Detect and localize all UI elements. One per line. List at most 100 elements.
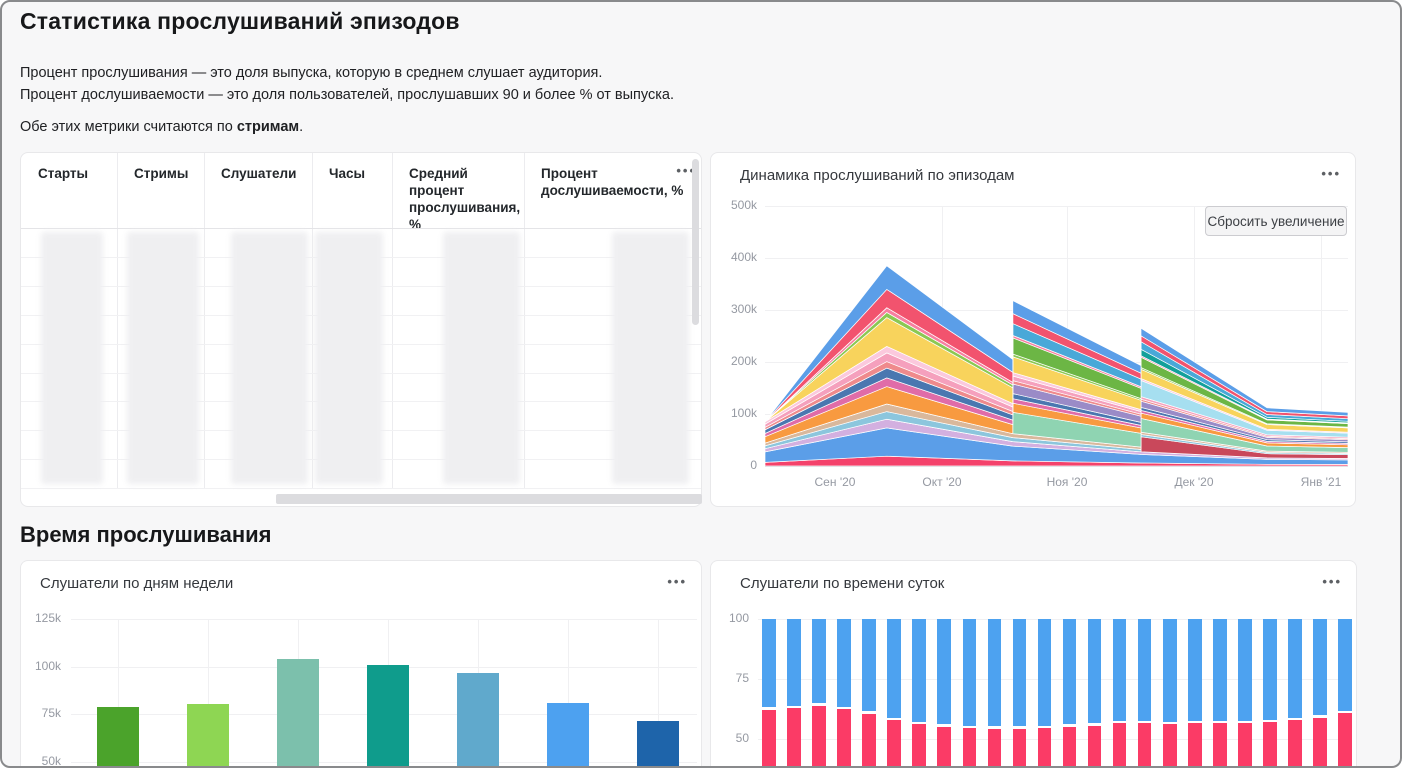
daypart-bar-bottom-pink[interactable] xyxy=(1213,723,1227,768)
horizontal-scrollbar-thumb[interactable] xyxy=(276,494,702,504)
episodes-table-card: СтартыСтримыСлушателиЧасыСредний процент… xyxy=(20,152,702,507)
redacted-cell-data xyxy=(443,232,520,484)
daypart-bar-bottom-pink[interactable] xyxy=(1038,728,1052,768)
daypart-listeners-card: Слушатели по времени суток ••• 100 75 50 xyxy=(710,560,1357,768)
redacted-cell-data xyxy=(41,232,103,484)
y-axis-tick: 100k xyxy=(21,659,61,673)
redacted-cell-data xyxy=(231,232,308,484)
daypart-bar-bottom-pink[interactable] xyxy=(762,710,776,768)
x-axis-tick: Сен '20 xyxy=(800,475,870,489)
daypart-bar-bottom-pink[interactable] xyxy=(1113,723,1127,768)
weekday-bar[interactable] xyxy=(97,707,139,768)
daypart-bar-bottom-pink[interactable] xyxy=(988,729,1002,768)
section-title: Время прослушивания xyxy=(20,522,272,548)
daypart-bar-top-blue[interactable] xyxy=(762,619,776,707)
daypart-bar-top-blue[interactable] xyxy=(887,619,901,718)
daypart-bar-bottom-pink[interactable] xyxy=(837,709,851,768)
y-axis-tick: 500k xyxy=(711,198,757,212)
page-header: Статистика прослушиваний эпизодов Процен… xyxy=(20,8,920,35)
ellipsis-menu-icon[interactable]: ••• xyxy=(1322,575,1342,589)
daypart-bar-top-blue[interactable] xyxy=(963,619,977,726)
daypart-bar-top-blue[interactable] xyxy=(837,619,851,707)
reset-zoom-button[interactable]: Сбросить увеличение xyxy=(1205,206,1347,236)
redacted-cell-data xyxy=(612,232,689,484)
y-axis-tick: 75k xyxy=(21,706,61,720)
daypart-bar-top-blue[interactable] xyxy=(1188,619,1202,721)
daypart-bar-top-blue[interactable] xyxy=(1063,619,1077,724)
daypart-bar-top-blue[interactable] xyxy=(812,619,826,703)
vertical-scrollbar-thumb[interactable] xyxy=(692,159,699,325)
gridline xyxy=(71,619,697,620)
y-axis-tick: 50 xyxy=(711,731,749,745)
daypart-bar-bottom-pink[interactable] xyxy=(1013,729,1027,768)
analytics-dashboard: Статистика прослушиваний эпизодов Процен… xyxy=(0,0,1402,768)
daypart-bar-top-blue[interactable] xyxy=(937,619,951,724)
daypart-bar-top-blue[interactable] xyxy=(1088,619,1102,723)
daypart-bar-bottom-pink[interactable] xyxy=(1088,726,1102,768)
daypart-bar-top-blue[interactable] xyxy=(1013,619,1027,726)
redacted-cell-data xyxy=(127,232,199,484)
daypart-bar-top-blue[interactable] xyxy=(1138,619,1152,721)
daypart-bar-bottom-pink[interactable] xyxy=(1263,722,1277,768)
y-axis-tick: 300k xyxy=(711,302,757,316)
daypart-bar-bottom-pink[interactable] xyxy=(887,720,901,768)
daypart-bar-bottom-pink[interactable] xyxy=(1063,727,1077,768)
daypart-bar-top-blue[interactable] xyxy=(912,619,926,722)
daypart-bar-top-blue[interactable] xyxy=(1313,619,1327,715)
daypart-bar-bottom-pink[interactable] xyxy=(1338,713,1352,768)
daypart-bar-top-blue[interactable] xyxy=(1263,619,1277,720)
daypart-bar-bottom-pink[interactable] xyxy=(1138,723,1152,768)
episodes-chart-title: Динамика прослушиваний по эпизодам xyxy=(740,167,1015,184)
daypart-bar-bottom-pink[interactable] xyxy=(1188,723,1202,768)
row-divider xyxy=(21,488,701,489)
episodes-dynamics-card: Динамика прослушиваний по эпизодам ••• 5… xyxy=(710,152,1356,507)
description-line-1: Процент прослушивания — это доля выпуска… xyxy=(20,65,602,81)
daypart-bar-top-blue[interactable] xyxy=(1163,619,1177,722)
weekday-chart-title: Слушатели по дням недели xyxy=(40,575,233,592)
y-axis-tick: 75 xyxy=(711,671,749,685)
daypart-bar-top-blue[interactable] xyxy=(1288,619,1302,718)
y-axis-tick: 50k xyxy=(21,754,61,768)
daypart-bar-top-blue[interactable] xyxy=(1038,619,1052,726)
daypart-bar-bottom-pink[interactable] xyxy=(1163,724,1177,768)
daypart-bar-top-blue[interactable] xyxy=(988,619,1002,726)
y-axis-tick: 125k xyxy=(21,611,61,625)
weekday-bar[interactable] xyxy=(457,673,499,768)
daypart-bar-bottom-pink[interactable] xyxy=(862,714,876,768)
daypart-bar-top-blue[interactable] xyxy=(1113,619,1127,721)
weekday-listeners-card: Слушатели по дням недели ••• 125k 100k 75k… xyxy=(20,560,702,768)
y-axis-tick: 200k xyxy=(711,354,757,368)
daypart-bar-top-blue[interactable] xyxy=(1213,619,1227,721)
daypart-bar-top-blue[interactable] xyxy=(787,619,801,706)
ellipsis-menu-icon[interactable]: ••• xyxy=(1321,167,1341,181)
daypart-bar-top-blue[interactable] xyxy=(1338,619,1352,711)
daypart-bar-top-blue[interactable] xyxy=(862,619,876,711)
weekday-bar[interactable] xyxy=(637,721,679,768)
ellipsis-menu-icon[interactable]: ••• xyxy=(667,575,687,589)
y-axis-tick: 100 xyxy=(711,611,749,625)
daypart-chart-title: Слушатели по времени суток xyxy=(740,575,944,592)
weekday-bar[interactable] xyxy=(277,659,319,768)
x-axis-tick: Ноя '20 xyxy=(1032,475,1102,489)
daypart-bar-bottom-pink[interactable] xyxy=(937,727,951,768)
daypart-bar-bottom-pink[interactable] xyxy=(963,728,977,768)
column-header: Слушатели xyxy=(221,165,299,182)
column-header: Старты xyxy=(38,165,104,182)
daypart-bar-bottom-pink[interactable] xyxy=(1313,718,1327,768)
weekday-bar[interactable] xyxy=(547,703,589,768)
daypart-bar-bottom-pink[interactable] xyxy=(787,708,801,768)
daypart-bar-bottom-pink[interactable] xyxy=(812,706,826,768)
daypart-bar-top-blue[interactable] xyxy=(1238,619,1252,721)
daypart-bar-bottom-pink[interactable] xyxy=(1238,723,1252,768)
weekday-bar[interactable] xyxy=(367,665,409,768)
column-header: Средний процент прослушивания, % xyxy=(409,165,511,233)
x-axis-tick: Янв '21 xyxy=(1286,475,1356,489)
episodes-stacked-area-chart[interactable] xyxy=(765,206,1348,466)
redacted-cell-data xyxy=(315,232,383,484)
column-divider xyxy=(117,153,118,488)
y-axis-tick: 0 xyxy=(711,458,757,472)
daypart-bar-bottom-pink[interactable] xyxy=(1288,720,1302,768)
daypart-bar-bottom-pink[interactable] xyxy=(912,724,926,768)
column-divider xyxy=(204,153,205,488)
weekday-bar[interactable] xyxy=(187,704,229,768)
